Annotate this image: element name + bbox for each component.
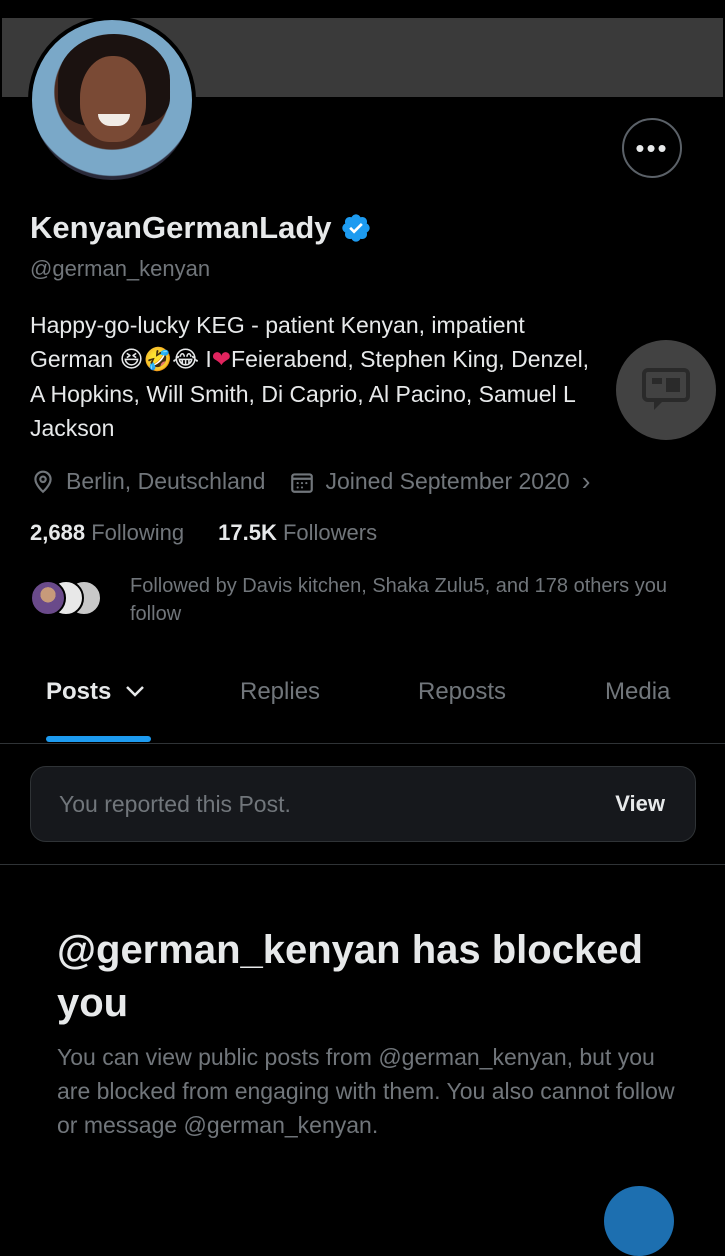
location-text: Berlin, Deutschland	[66, 468, 266, 494]
follow-stats: 2,688 Following 17.5K Followers	[30, 520, 377, 546]
more-options-button[interactable]: •••	[622, 118, 682, 178]
joined-date: Joined September 2020	[325, 468, 570, 494]
tab-reposts[interactable]: Reposts	[418, 678, 506, 706]
bio-emojis: 😆🤣😂	[119, 347, 199, 373]
followers-label: Followers	[282, 520, 378, 545]
bio-line: German 😆🤣😂 I❤Feierabend, Stephen King, D…	[30, 342, 710, 377]
reported-text: You reported this Post.	[59, 790, 291, 817]
tab-posts[interactable]: Posts	[46, 678, 146, 706]
bio-text: I	[198, 346, 212, 372]
display-name: KenyanGermanLady	[30, 210, 332, 245]
blocked-description: You can view public posts from @german_k…	[57, 1044, 675, 1138]
bio-line: Happy-go-lucky KEG - patient Kenyan, imp…	[30, 312, 525, 338]
profile-avatar[interactable]	[28, 16, 196, 184]
following-link[interactable]: 2,688 Following	[30, 520, 184, 546]
bio-text: Feierabend, Stephen King, Denzel,	[231, 346, 590, 372]
reported-post-notice: You reported this Post. View	[30, 766, 696, 842]
bio-text: German	[30, 346, 120, 372]
tab-media[interactable]: Media	[605, 678, 670, 706]
profile-tabs: Posts Replies Reposts Media	[0, 678, 725, 744]
compose-button[interactable]	[604, 1186, 674, 1256]
followers-count: 17.5K	[218, 520, 277, 545]
bio-line: Jackson	[30, 415, 115, 441]
chevron-right-icon[interactable]: ›	[582, 466, 591, 497]
followed-by-row[interactable]: Followed by Davis kitchen, Shaka Zulu5, …	[30, 572, 700, 628]
location-pin-icon	[34, 470, 52, 493]
following-label: Following	[91, 520, 185, 545]
content-divider	[0, 864, 725, 865]
calendar-icon	[291, 472, 314, 493]
floating-chat-button[interactable]	[616, 340, 716, 440]
chevron-down-icon	[126, 686, 144, 697]
followed-by-avatars	[30, 580, 120, 620]
followers-link[interactable]: 17.5K Followers	[218, 520, 377, 546]
heart-icon: ❤	[211, 346, 232, 372]
profile-name-row: KenyanGermanLady	[30, 210, 372, 246]
avatar	[30, 580, 66, 616]
blocked-title: @german_kenyan has blocked you	[57, 928, 643, 1025]
profile-handle: @german_kenyan	[30, 256, 211, 281]
avatar-face	[80, 56, 146, 142]
active-tab-indicator	[46, 736, 151, 742]
tab-replies[interactable]: Replies	[240, 678, 320, 706]
profile-bio: Happy-go-lucky KEG - patient Kenyan, imp…	[30, 308, 710, 445]
more-icon: •••	[635, 133, 669, 163]
tab-label: Posts	[46, 678, 112, 705]
verified-badge-icon[interactable]	[340, 212, 372, 244]
view-button[interactable]: View	[615, 791, 665, 817]
profile-meta: Berlin, Deutschland Joined September 202…	[30, 466, 590, 497]
followed-by-text: Followed by Davis kitchen, Shaka Zulu5, …	[130, 575, 667, 625]
tabs-divider	[0, 743, 725, 744]
chat-bubble-icon	[642, 368, 690, 410]
following-count: 2,688	[30, 520, 86, 545]
bio-line: A Hopkins, Will Smith, Di Caprio, Al Pac…	[30, 381, 576, 407]
